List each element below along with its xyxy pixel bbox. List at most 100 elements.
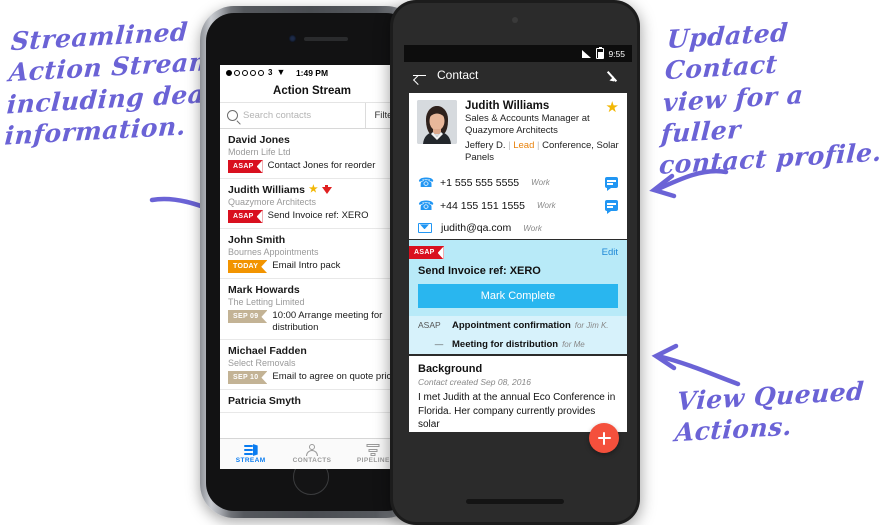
composite-promo-image: Streamlined Action Stream including deal… (0, 0, 896, 525)
background-section: Background Contact created Sep 08, 2016 … (409, 356, 627, 432)
mark-complete-button[interactable]: Mark Complete (418, 284, 618, 309)
sms-icon[interactable] (605, 177, 618, 192)
android-status-bar: 9:55 (404, 45, 632, 62)
meta-separator: | (508, 139, 511, 151)
signal-icon (582, 49, 592, 58)
background-text: I met Judith at the annual Eco Conferenc… (418, 392, 616, 431)
add-button[interactable] (589, 423, 619, 453)
contact-method-row[interactable]: judith@qa.com Work (409, 217, 627, 240)
stream-item[interactable]: Mark Howards The Letting Limited SEP 09 10:… (220, 279, 404, 341)
action-stream-list: David Jones Modern Life Ltd ASAP Contact Jo… (220, 129, 404, 414)
action-title: Send Invoice ref: XERO (418, 265, 541, 278)
contact-owner: Jeffery D. (465, 139, 506, 151)
contact-type: Work (523, 223, 542, 233)
stream-item-name: John Smith (228, 234, 286, 247)
due-badge: ASAP (228, 160, 263, 174)
stream-item-company: Select Removals (228, 358, 296, 369)
task-text: Send Invoice ref: XERO (267, 210, 369, 222)
task-text: Email to agree on quote price (272, 371, 397, 383)
status-badge: Lead (513, 139, 535, 151)
stream-item-task: ASAP Send Invoice ref: XERO (228, 210, 404, 224)
queued-text: Meeting for distribution for Me (452, 339, 585, 351)
tab-stream[interactable]: STREAM (220, 439, 281, 469)
front-camera (289, 35, 296, 42)
contact-profile-card: Judith Williams Sales & Accounts Manager… (409, 93, 627, 240)
stream-item[interactable]: Judith Williams ★ Quazymore Architects ASAP… (220, 179, 404, 230)
android-app-bar: Contact (404, 62, 632, 88)
front-camera (512, 17, 518, 23)
queued-owner: for Me (562, 340, 585, 350)
stream-icon (243, 444, 258, 456)
due-badge: SEP 10 (228, 371, 268, 385)
queued-action-row[interactable]: — Meeting for distribution for Me (409, 335, 627, 354)
signal-dots-icon (226, 69, 264, 76)
star-icon[interactable]: ★ (606, 100, 619, 115)
due-badge: ASAP (228, 210, 263, 224)
action-card-header: ASAP Edit (409, 240, 627, 260)
meta-separator: | (537, 139, 540, 151)
carrier-label: 3 (268, 68, 273, 77)
contact-type: Work (531, 178, 550, 188)
edit-action-button[interactable]: Edit (602, 247, 618, 258)
background-title: Background (418, 363, 483, 376)
tab-label: CONTACTS (292, 457, 332, 464)
iphone-screen: 3 ▼ 1:49 PM ☾ Action Stream Search conta… (220, 65, 404, 469)
priority-badge: ASAP (409, 246, 444, 260)
iphone-device: 3 ▼ 1:49 PM ☾ Action Stream Search conta… (200, 6, 420, 518)
queued-when: — (434, 339, 444, 350)
ios-nav-bar: Action Stream (220, 80, 404, 102)
stream-item-name: Patricia Smyth (228, 395, 301, 408)
contact-value: +1 555 555 5555 (440, 176, 520, 189)
android-face: 9:55 Contact Judith Williams Sales & Acc… (393, 3, 637, 522)
pencil-icon[interactable] (610, 69, 623, 82)
current-action-card: ASAP Edit Send Invoice ref: XERO Mark Co… (409, 240, 627, 317)
stream-item-name: Michael Fadden (228, 345, 307, 358)
annotation-arrow-right-bottom (651, 343, 741, 387)
contact-role: Sales & Accounts Manager at Quazymore Ar… (465, 113, 590, 137)
android-screen: 9:55 Contact Judith Williams Sales & Acc… (404, 45, 632, 467)
stream-item-task: SEP 10 Email to agree on quote price (228, 371, 404, 385)
stream-item-task: TODAY Email Intro pack (228, 260, 404, 274)
annotation-left: Streamlined Action Stream including deal… (3, 17, 217, 151)
stream-item[interactable]: David Jones Modern Life Ltd ASAP Contact Jo… (220, 129, 404, 180)
stream-item-company: The Letting Limited (228, 297, 305, 308)
wifi-icon: ▼ (276, 67, 286, 77)
earpiece-speaker (304, 37, 348, 41)
avatar (417, 100, 457, 144)
back-arrow-icon[interactable] (413, 70, 426, 81)
tab-contacts[interactable]: CONTACTS (281, 439, 342, 469)
queued-actions-list: ASAP Appointment confirmation for Jim K. — M… (409, 316, 627, 355)
queued-when: ASAP (418, 320, 441, 331)
search-placeholder: Search contacts (243, 110, 312, 121)
task-text: Email Intro pack (272, 260, 341, 272)
queued-action-row[interactable]: ASAP Appointment confirmation for Jim K. (409, 316, 627, 335)
queued-text: Appointment confirmation for Jim K. (452, 320, 609, 332)
contact-meta: Jeffery D. | Lead | Conference, Solar Pa… (465, 140, 619, 165)
stream-item[interactable]: Patricia Smyth (220, 390, 404, 414)
tab-label: PIPELINE (356, 457, 390, 464)
contact-detail-body: Judith Williams Sales & Accounts Manager… (404, 88, 632, 467)
person-icon (305, 444, 318, 456)
stream-item[interactable]: Michael Fadden Select Removals SEP 10 Email… (220, 340, 404, 391)
tab-label: STREAM (235, 457, 266, 464)
due-badge: TODAY (228, 260, 268, 274)
annotation-right-bottom: View Queued Actions. (673, 376, 866, 448)
stream-item-company: Modern Life Ltd (228, 147, 291, 157)
phone-icon: ☎ (418, 175, 435, 191)
search-icon (227, 110, 238, 121)
stream-item-name: Judith Williams ★ (228, 184, 404, 196)
sms-icon[interactable] (605, 200, 618, 215)
contact-value: +44 155 151 1555 (440, 199, 525, 212)
contact-method-row[interactable]: ☎ +44 155 151 1555 Work (409, 194, 627, 218)
stream-item[interactable]: John Smith Bournes Appointments TODAY Email… (220, 229, 404, 280)
search-input[interactable]: Search contacts (220, 103, 365, 128)
pipeline-icon (366, 444, 380, 456)
task-text: 10:00 Arrange meeting for distribution (272, 310, 383, 334)
contact-method-row[interactable]: ☎ +1 555 555 5555 Work (409, 171, 627, 195)
battery-icon (596, 46, 605, 59)
ios-status-bar: 3 ▼ 1:49 PM ☾ (220, 65, 404, 80)
page-title: Action Stream (273, 85, 351, 97)
star-icon: ★ (308, 184, 318, 196)
contact-type: Work (536, 201, 556, 211)
contact-created-date: Contact created Sep 08, 2016 (418, 377, 531, 388)
